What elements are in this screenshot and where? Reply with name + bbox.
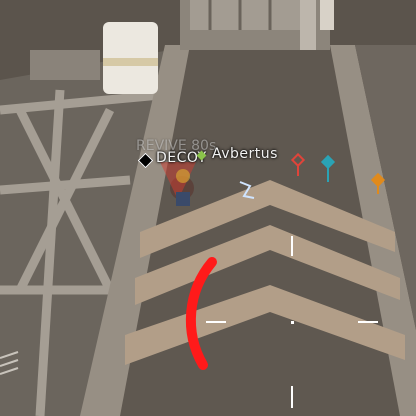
table [30, 50, 100, 80]
crate-icon [103, 22, 158, 94]
doorway [190, 0, 300, 30]
game-viewport [0, 0, 416, 416]
player-name: Avbertus [212, 146, 278, 162]
pillar [300, 0, 316, 50]
pillar [320, 0, 334, 30]
